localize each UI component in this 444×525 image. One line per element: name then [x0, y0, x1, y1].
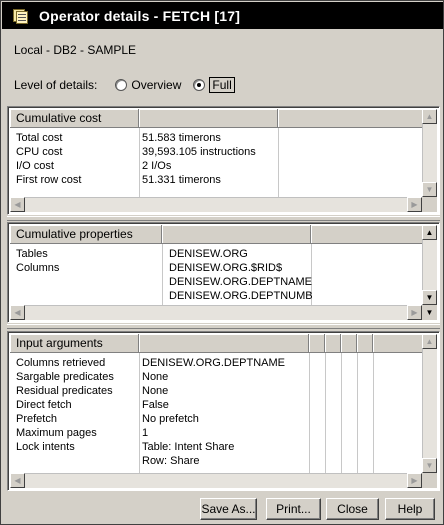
- print-button[interactable]: Print...: [266, 498, 321, 520]
- cost-name: First row cost: [16, 174, 82, 186]
- scroll-down-icon[interactable]: ▼: [422, 305, 437, 320]
- cost-value: 51.583 timerons: [142, 132, 221, 144]
- scroll-down-icon[interactable]: ▼: [422, 290, 437, 305]
- argument-name: Columns retrieved: [16, 357, 106, 369]
- cumulative-properties-column-header[interactable]: Cumulative properties: [10, 225, 162, 244]
- extra-column-header[interactable]: [311, 225, 424, 244]
- property-name: Tables: [16, 248, 48, 260]
- scroll-left-icon[interactable]: ◀: [10, 197, 25, 212]
- argument-name: Maximum pages: [16, 427, 97, 439]
- scroll-left-icon[interactable]: ◀: [10, 473, 25, 488]
- full-radio-label[interactable]: Full: [209, 77, 235, 93]
- horizontal-scrollbar[interactable]: ◀ ▶: [10, 197, 422, 212]
- operator-details-icon: [11, 8, 29, 24]
- argument-name: Direct fetch: [16, 399, 72, 411]
- argument-value: No prefetch: [142, 413, 199, 425]
- input-arguments-header: Input arguments: [10, 334, 424, 353]
- scroll-up-icon[interactable]: ▲: [422, 225, 437, 240]
- window-title: Operator details - FETCH [17]: [39, 7, 241, 24]
- scroll-right-icon[interactable]: ▶: [407, 305, 422, 320]
- close-button[interactable]: Close: [326, 498, 379, 520]
- cost-value: 51.331 timerons: [142, 174, 221, 186]
- extra-column-header[interactable]: [325, 334, 341, 353]
- scroll-corner: [422, 197, 437, 212]
- vertical-scrollbar[interactable]: ▲ ▼: [422, 225, 437, 305]
- argument-value: Table: Intent Share: [142, 441, 235, 453]
- overview-radio-dot[interactable]: [115, 79, 128, 91]
- extra-column-header[interactable]: [357, 334, 373, 353]
- cost-name: I/O cost: [16, 160, 54, 172]
- property-value: DENISEW.ORG: [169, 248, 248, 260]
- scroll-down-icon[interactable]: ▼: [422, 458, 437, 473]
- scroll-right-icon[interactable]: ▶: [407, 197, 422, 212]
- property-name: Columns: [16, 262, 60, 274]
- cumulative-properties-table: Cumulative properties Tables DENISEW.ORG…: [7, 222, 440, 323]
- level-of-details: Level of details: Overview Full: [14, 76, 247, 94]
- argument-name: Residual predicates: [16, 385, 113, 397]
- scroll-down-icon[interactable]: ▼: [422, 182, 437, 197]
- cumulative-properties-header: Cumulative properties: [10, 225, 424, 244]
- argument-value: None: [142, 385, 169, 397]
- scroll-right-icon[interactable]: ▶: [407, 473, 422, 488]
- overview-radio-label[interactable]: Overview: [131, 78, 181, 92]
- vertical-scrollbar[interactable]: ▲ ▼: [422, 334, 437, 473]
- scroll-left-icon[interactable]: ◀: [10, 305, 25, 320]
- argument-name: Prefetch: [16, 413, 57, 425]
- input-arguments-table: Input arguments Columns retrieved DENISE…: [7, 331, 440, 491]
- argument-value: False: [142, 399, 169, 411]
- argument-value: 1: [142, 427, 149, 439]
- extra-column-header[interactable]: [373, 334, 424, 353]
- input-arguments-column-header[interactable]: Input arguments: [10, 334, 139, 353]
- argument-name: Lock intents: [16, 441, 75, 453]
- value-column-header[interactable]: [139, 334, 309, 353]
- cost-value: 39,593.105 instructions: [142, 146, 256, 158]
- value-column-header[interactable]: [139, 109, 278, 128]
- full-radio[interactable]: Full: [193, 77, 235, 93]
- horizontal-scrollbar[interactable]: ◀ ▶: [10, 473, 422, 488]
- property-value: DENISEW.ORG.DEPTNUMB: [169, 290, 313, 302]
- property-value: DENISEW.ORG.DEPTNAME: [169, 276, 313, 288]
- connection-context: Local - DB2 - SAMPLE: [14, 43, 137, 57]
- value-column-header[interactable]: [162, 225, 311, 244]
- operator-details-window: Operator details - FETCH [17] Local - DB…: [0, 0, 444, 525]
- scroll-corner: [422, 473, 437, 488]
- argument-value: None: [142, 371, 169, 383]
- cumulative-cost-column-header[interactable]: Cumulative cost: [10, 109, 139, 128]
- splitter[interactable]: [7, 324, 440, 329]
- cumulative-cost-header: Cumulative cost: [10, 109, 424, 128]
- extra-column-header[interactable]: [341, 334, 357, 353]
- title-bar[interactable]: Operator details - FETCH [17]: [2, 2, 443, 29]
- help-button[interactable]: Help: [385, 498, 435, 520]
- cost-name: CPU cost: [16, 146, 63, 158]
- scroll-up-icon[interactable]: ▲: [422, 109, 437, 124]
- overview-radio[interactable]: Overview: [115, 78, 181, 92]
- splitter[interactable]: [7, 216, 440, 221]
- extra-column-header[interactable]: [278, 109, 424, 128]
- full-radio-dot[interactable]: [193, 79, 206, 91]
- cost-name: Total cost: [16, 132, 63, 144]
- vertical-scrollbar[interactable]: ▲ ▼: [422, 109, 437, 197]
- argument-value: DENISEW.ORG.DEPTNAME: [142, 357, 286, 369]
- level-label: Level of details:: [14, 78, 98, 92]
- horizontal-scrollbar[interactable]: ◀ ▶: [10, 305, 422, 320]
- cost-value: 2 I/Os: [142, 160, 172, 172]
- argument-value: Row: Share: [142, 455, 200, 467]
- extra-column-header[interactable]: [309, 334, 325, 353]
- cumulative-cost-table: Cumulative cost Total cost 51.583 timero…: [7, 106, 440, 215]
- property-value: DENISEW.ORG.$RID$: [169, 262, 283, 274]
- scroll-up-icon[interactable]: ▲: [422, 334, 437, 349]
- save-as-button[interactable]: Save As...: [200, 498, 257, 520]
- argument-name: Sargable predicates: [16, 371, 114, 383]
